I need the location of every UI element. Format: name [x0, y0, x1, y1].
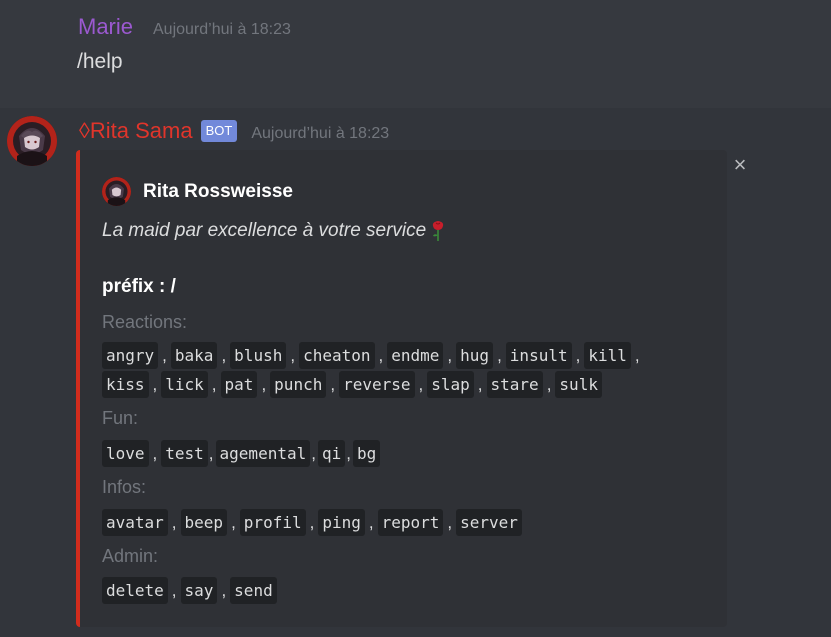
message-author[interactable]: ◊Rita Sama — [79, 118, 193, 144]
command-code: slap — [427, 371, 474, 398]
embed-description-text: La maid par excellence à votre service — [102, 220, 427, 241]
command-code: angry — [102, 342, 159, 369]
command-code: hug — [456, 342, 494, 369]
command-code: ping — [318, 509, 365, 536]
embed: Rita Rossweisse La maid par excellence à… — [76, 150, 727, 627]
command-code: test — [161, 440, 208, 467]
rose-icon — [431, 220, 445, 242]
avatar[interactable] — [7, 116, 57, 166]
command-code: blush — [230, 342, 287, 369]
command-code: beep — [180, 509, 228, 536]
command-code: punch — [270, 371, 327, 398]
command-code: kiss — [102, 371, 149, 398]
command-code: send — [230, 577, 277, 604]
field-row-reactions-1: angry, baka, blush, cheaton, endme, hug,… — [102, 342, 644, 369]
embed-author: Rita Rossweisse — [102, 177, 293, 206]
message-author[interactable]: Marie — [78, 14, 133, 40]
command-code: baka — [170, 342, 218, 369]
message-content: /help — [77, 50, 123, 73]
command-code: delete — [102, 577, 168, 604]
bot-badge: BOT — [200, 120, 238, 142]
command-code: agemental — [215, 440, 311, 467]
command-code: love — [102, 440, 149, 467]
command-code: server — [456, 509, 522, 536]
message-rita-sama: ◊Rita Sama BOT Aujourd’hui à 18:23 Rita … — [0, 108, 831, 637]
embed-prefix: préfix : / — [102, 276, 176, 297]
field-title-admin: Admin: — [102, 546, 159, 566]
command-code: pat — [220, 371, 258, 398]
close-icon[interactable]: × — [731, 154, 749, 176]
field-title-infos: Infos: — [102, 477, 147, 497]
field-row-infos: avatar, beep, profil, ping, report, serv… — [102, 509, 522, 536]
command-code: lick — [161, 371, 208, 398]
command-code: reverse — [339, 371, 415, 398]
message-timestamp: Aujourd’hui à 18:23 — [251, 125, 390, 142]
command-code: kill — [584, 342, 631, 369]
embed-author-name: Rita Rossweisse — [143, 180, 293, 202]
chat-area: Marie Aujourd’hui à 18:23 /help ◊Rita Sa… — [0, 0, 831, 637]
field-row-fun: love, test, agemental, qi, bg — [102, 440, 381, 467]
embed-description: La maid par excellence à votre service — [102, 220, 445, 242]
command-code: report — [377, 509, 444, 536]
field-row-admin: delete, say, send — [102, 577, 277, 604]
field-title-reactions: Reactions: — [102, 312, 188, 332]
command-code: sulk — [555, 371, 602, 398]
message-header: ◊Rita Sama BOT Aujourd’hui à 18:23 — [79, 118, 389, 144]
command-code: bg — [352, 440, 381, 467]
command-code: endme — [387, 342, 444, 369]
command-code: qi — [317, 440, 346, 467]
field-row-reactions-2: kiss, lick, pat, punch, reverse, slap, s… — [102, 371, 602, 398]
field-title-fun: Fun: — [102, 408, 139, 428]
command-code: profil — [239, 509, 306, 536]
command-code: avatar — [102, 509, 168, 536]
message-marie: Marie Aujourd’hui à 18:23 /help — [0, 0, 831, 108]
embed-author-avatar — [102, 177, 131, 206]
command-code: cheaton — [299, 342, 375, 369]
command-code: insult — [505, 342, 572, 369]
command-code: say — [180, 577, 218, 604]
command-code: stare — [486, 371, 543, 398]
message-timestamp: Aujourd’hui à 18:23 — [153, 21, 291, 38]
